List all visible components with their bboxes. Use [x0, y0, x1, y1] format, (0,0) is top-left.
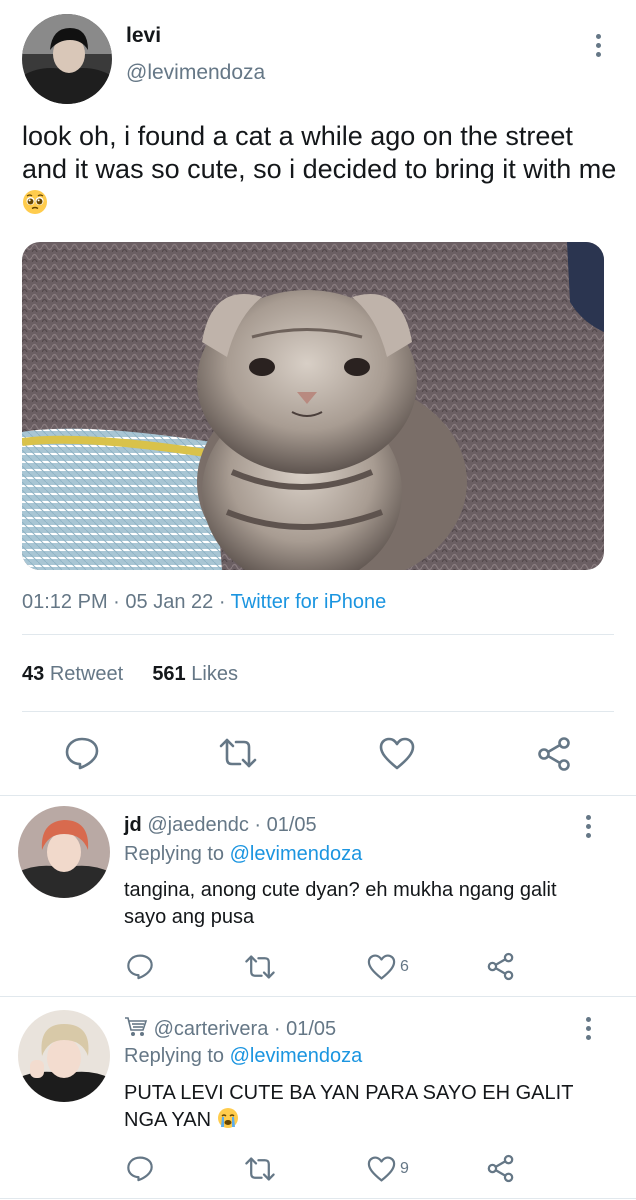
- reply-avatar[interactable]: [18, 1010, 110, 1102]
- likes-count[interactable]: 561: [152, 663, 185, 685]
- reply-text: PUTA LEVI CUTE BA YAN PARA SAYO EH GALIT…: [124, 1080, 604, 1134]
- more-options-icon[interactable]: [584, 1017, 592, 1044]
- tweet-text: look oh, i found a cat a while ago on th…: [22, 120, 622, 219]
- retweet-icon[interactable]: [244, 954, 276, 980]
- divider: [0, 1198, 636, 1199]
- reply-header: @carterivera · 01/05: [124, 1016, 336, 1041]
- tweet-body: look oh, i found a cat a while ago on th…: [22, 121, 617, 184]
- reply-header: jd @jaedendc · 01/05: [124, 814, 317, 837]
- tweet-date: 05 Jan 22: [125, 591, 214, 613]
- meta-separator: ·: [113, 591, 126, 613]
- like-count: 9: [400, 1160, 409, 1177]
- crying-face-emoji-icon: [217, 1107, 239, 1129]
- tweet-time: 01:12 PM: [22, 591, 108, 613]
- divider: [22, 634, 614, 635]
- share-icon[interactable]: [486, 1154, 515, 1183]
- reply-date[interactable]: 01/05: [286, 1018, 336, 1040]
- like-heart-icon[interactable]: [367, 954, 396, 980]
- tweet-source[interactable]: Twitter for iPhone: [231, 591, 387, 613]
- replying-to: Replying to @levimendoza: [124, 1045, 362, 1068]
- reply-icon[interactable]: [64, 736, 100, 770]
- author-avatar[interactable]: [22, 14, 112, 104]
- more-options-icon[interactable]: [594, 34, 602, 61]
- replying-to-link[interactable]: @levimendoza: [230, 1045, 363, 1067]
- replying-prefix: Replying to: [124, 843, 225, 865]
- meta-separator: ·: [218, 591, 231, 613]
- retweet-label[interactable]: Retweet: [50, 663, 123, 685]
- share-icon[interactable]: [486, 952, 515, 981]
- tweet-photo[interactable]: [22, 242, 604, 570]
- tweet-stats: 43 Retweet 561 Likes: [22, 663, 238, 686]
- tweet-meta: 01:12 PM · 05 Jan 22 · Twitter for iPhon…: [22, 591, 386, 614]
- pleading-face-emoji-icon: [22, 189, 48, 215]
- replying-to-link[interactable]: @levimendoza: [230, 843, 363, 865]
- more-options-icon[interactable]: [584, 815, 592, 842]
- shopping-cart-icon: [124, 1016, 148, 1038]
- like-heart-icon[interactable]: [367, 1156, 396, 1182]
- retweet-icon[interactable]: [244, 1156, 276, 1182]
- reply-body: PUTA LEVI CUTE BA YAN PARA SAYO EH GALIT…: [124, 1082, 574, 1131]
- divider: [0, 795, 636, 796]
- meta-separator: ·: [254, 814, 267, 836]
- share-icon[interactable]: [536, 736, 572, 772]
- retweet-icon[interactable]: [218, 737, 258, 769]
- reply-handle[interactable]: @carterivera: [154, 1018, 269, 1040]
- reply-name[interactable]: jd: [124, 814, 142, 836]
- reply-handle[interactable]: @jaedendc: [147, 814, 248, 836]
- meta-separator: ·: [273, 1018, 287, 1040]
- reply-date[interactable]: 01/05: [267, 814, 317, 836]
- replying-prefix: Replying to: [124, 1045, 225, 1067]
- author-name[interactable]: levi: [126, 24, 161, 48]
- reply-avatar[interactable]: [18, 806, 110, 898]
- likes-label[interactable]: Likes: [191, 663, 238, 685]
- replying-to: Replying to @levimendoza: [124, 843, 362, 866]
- reply-text: tangina, anong cute dyan? eh mukha ngang…: [124, 879, 557, 928]
- retweet-count[interactable]: 43: [22, 663, 44, 685]
- like-heart-icon[interactable]: [379, 737, 415, 770]
- author-handle[interactable]: @levimendoza: [126, 61, 265, 85]
- like-count: 6: [400, 958, 409, 975]
- divider: [0, 996, 636, 997]
- divider: [22, 711, 614, 712]
- reply-icon[interactable]: [126, 953, 154, 980]
- reply-icon[interactable]: [126, 1155, 154, 1182]
